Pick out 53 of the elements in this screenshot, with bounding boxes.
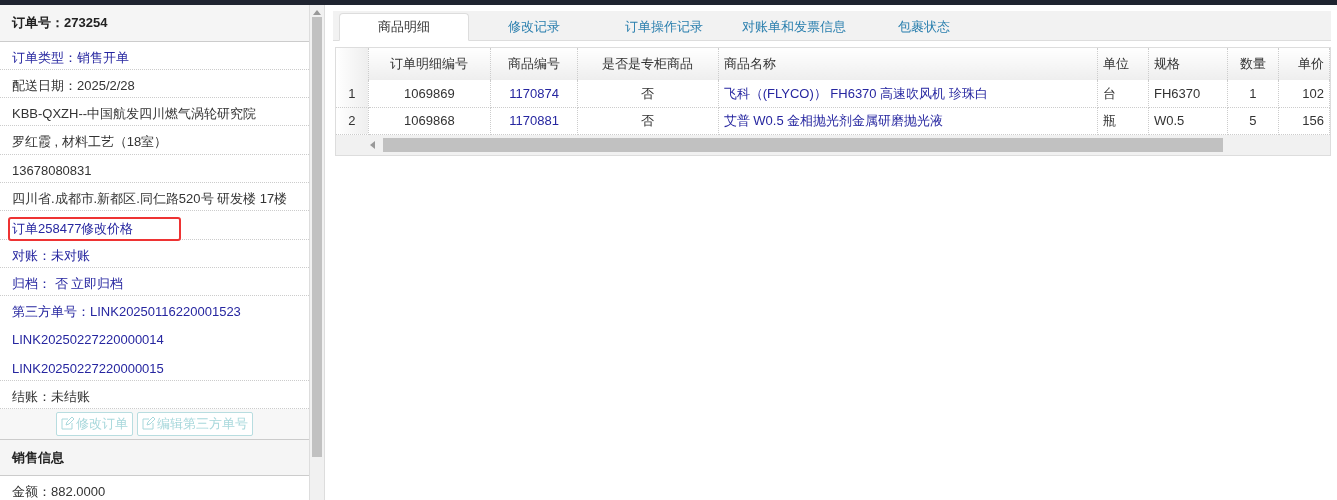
column-header[interactable]: 商品名称 <box>718 48 1098 80</box>
tab[interactable]: 订单操作记录 <box>599 13 729 40</box>
tab[interactable]: 包裹状态 <box>859 13 989 40</box>
table-cell: 否 <box>577 80 719 107</box>
info-text: 金额：882.0000 <box>12 484 106 500</box>
info-text: 罗红霞 , 材料工艺（18室） <box>12 134 168 150</box>
panel-title: 订单号：273254 <box>0 5 309 42</box>
column-header[interactable]: 单价 <box>1278 48 1330 80</box>
product-link[interactable]: 艾普 W0.5 金相抛光剂金属研磨抛光液 <box>723 112 944 128</box>
table-cell: 瓶 <box>1097 107 1149 134</box>
table-cell: 156 <box>1278 107 1330 134</box>
info-text: KBB-QXZH--中国航发四川燃气涡轮研究院 <box>12 106 257 122</box>
column-header[interactable]: 商品编号 <box>490 48 578 80</box>
column-header[interactable]: 数量 <box>1227 48 1279 80</box>
row-number: 1 <box>336 80 368 107</box>
info-link[interactable]: 第三方单号：LINK20250116220001523 <box>12 304 241 320</box>
info-link[interactable]: LINK20250227220000014 <box>12 332 164 348</box>
table-cell: 1069869 <box>368 80 491 107</box>
info-link[interactable]: LINK20250227220000015 <box>12 360 164 376</box>
info-text: 结账：未结账 <box>12 389 90 405</box>
column-header[interactable]: 是否是专柜商品 <box>577 48 719 80</box>
horizontal-scrollbar[interactable] <box>336 134 1330 155</box>
pencil-icon <box>142 417 155 431</box>
info-link[interactable]: 对账：未对账 <box>12 247 90 263</box>
table-cell: FH6370 <box>1148 80 1228 107</box>
info-link[interactable]: 订单类型：销售开单 <box>12 49 129 65</box>
column-header[interactable]: 订单明细编号 <box>368 48 491 80</box>
vertical-scrollbar[interactable] <box>310 5 324 500</box>
product-link[interactable]: 1170881 <box>509 112 559 128</box>
column-header[interactable]: 规格 <box>1148 48 1228 80</box>
pencil-icon <box>61 417 74 431</box>
scroll-left-arrow-icon[interactable] <box>370 140 375 149</box>
column-header[interactable]: 单位 <box>1097 48 1149 80</box>
info-text: 四川省.成都市.新都区.同仁路520号 研发楼 17楼 <box>12 191 288 206</box>
info-link[interactable]: 归档： 否 立即归档 <box>12 275 124 291</box>
panel-title: 销售信息 <box>0 439 309 477</box>
table-cell: 5 <box>1227 107 1279 134</box>
product-link[interactable]: 1170874 <box>509 85 559 101</box>
tab[interactable]: 商品明细 <box>339 13 469 41</box>
table-cell: 102 <box>1278 80 1330 107</box>
info-link[interactable]: 订单258477修改价格 <box>8 217 182 241</box>
tab[interactable]: 修改记录 <box>469 13 599 40</box>
table-cell: W0.5 <box>1148 107 1228 134</box>
info-text: 配送日期：2025/2/28 <box>12 77 135 93</box>
table-cell: 否 <box>577 107 719 134</box>
table-cell: 1 <box>1227 80 1279 107</box>
tab[interactable]: 对账单和发票信息 <box>729 13 859 40</box>
scroll-up-arrow-icon[interactable] <box>313 10 321 15</box>
row-number: 2 <box>336 107 368 134</box>
product-link[interactable]: 飞科（(FLYCO)） FH6370 高速吹风机 珍珠白 <box>723 85 988 101</box>
table-cell: 台 <box>1097 80 1149 107</box>
table-cell: 1069868 <box>368 107 491 134</box>
info-text: 13678080831 <box>12 162 92 178</box>
